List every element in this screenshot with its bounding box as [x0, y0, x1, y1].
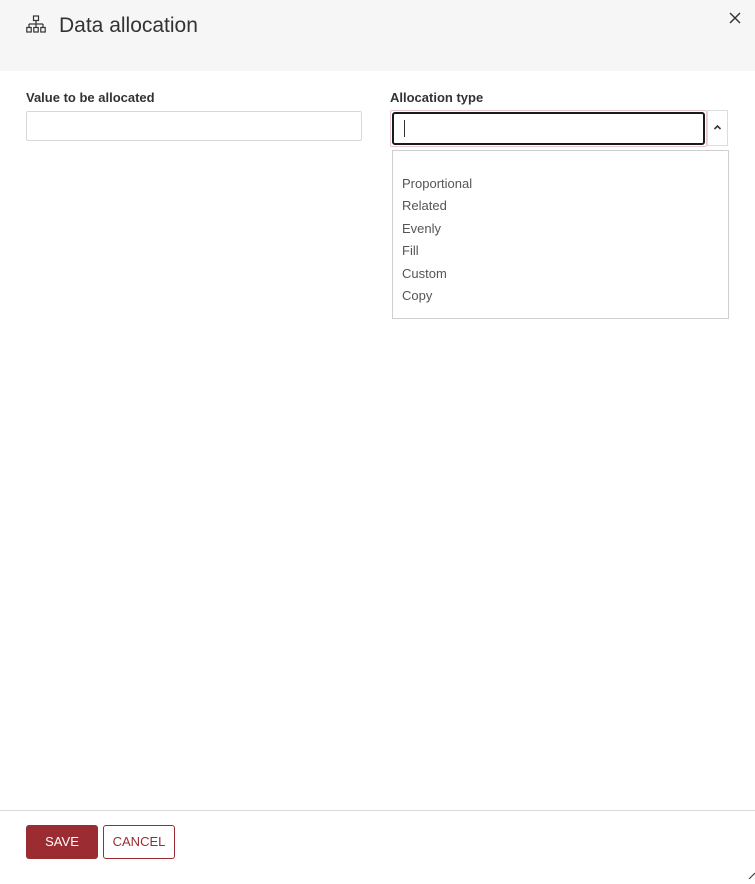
allocation-type-input[interactable]: [392, 112, 705, 145]
value-to-be-allocated-input[interactable]: [26, 111, 362, 141]
resize-grip-icon[interactable]: [748, 866, 755, 880]
allocation-type-label: Allocation type: [390, 90, 484, 105]
cancel-button[interactable]: CANCEL: [103, 825, 175, 859]
allocation-type-toggle-button[interactable]: [707, 110, 728, 146]
dropdown-item-proportional[interactable]: Proportional: [402, 175, 472, 193]
dialog-header: Data allocation: [0, 0, 755, 71]
footer-divider: [0, 810, 755, 811]
dropdown-item-evenly[interactable]: Evenly: [402, 220, 441, 238]
chevron-up-icon: [713, 124, 722, 130]
dropdown-item-related[interactable]: Related: [402, 197, 447, 215]
data-allocation-dialog: Data allocation Value to be allocated Al…: [0, 0, 755, 880]
dropdown-item-custom[interactable]: Custom: [402, 265, 447, 283]
allocation-type-dropdown: Proportional Related Evenly Fill Custom …: [392, 150, 729, 319]
dropdown-item-copy[interactable]: Copy: [402, 287, 432, 305]
save-button[interactable]: SAVE: [26, 825, 98, 859]
hierarchy-icon: [26, 15, 46, 35]
dialog-title: Data allocation: [59, 14, 198, 37]
dropdown-item-fill[interactable]: Fill: [402, 242, 419, 260]
close-icon[interactable]: [726, 9, 744, 27]
value-to-be-allocated-label: Value to be allocated: [26, 90, 155, 105]
text-caret: [404, 120, 405, 137]
